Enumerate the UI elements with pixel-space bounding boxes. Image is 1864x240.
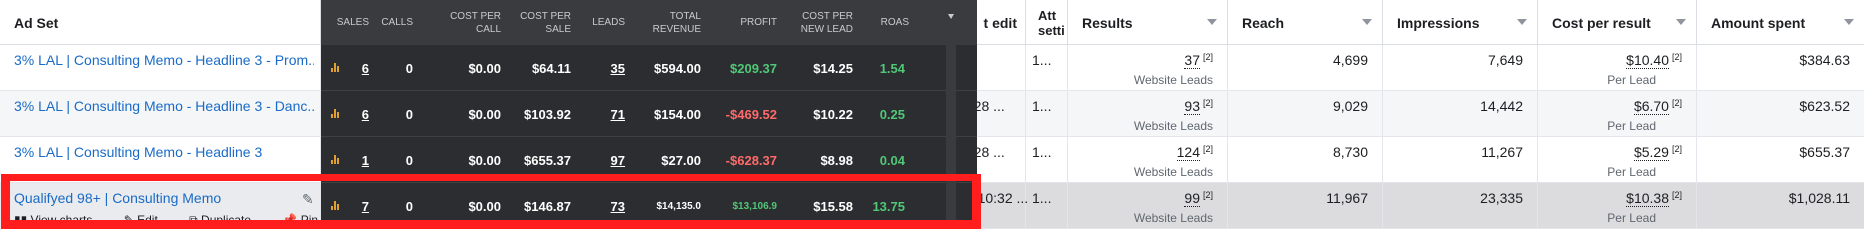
leads-value[interactable]: 71: [611, 107, 625, 122]
column-header-adset[interactable]: Ad Set: [0, 0, 321, 45]
results-cell: 93 [2] Website Leads: [1068, 91, 1228, 137]
attribution-cell: 1...: [1026, 91, 1068, 137]
results-value[interactable]: 99: [1184, 190, 1200, 207]
overlay-row: 6 0 $0.00 $64.11 35 $594.00 $209.37 $14.…: [321, 45, 977, 91]
ads-manager-table: Ad Set t edit Att setti Results Reach Im…: [0, 0, 1864, 229]
sales-value[interactable]: 7: [362, 199, 369, 214]
results-cell: 37 [2] Website Leads: [1068, 45, 1228, 91]
sales-value[interactable]: 1: [362, 153, 369, 168]
chevron-down-icon[interactable]: [1676, 19, 1686, 25]
reach-cell: 11,967: [1228, 183, 1383, 229]
reach-cell: 8,730: [1228, 137, 1383, 183]
adset-cell: 3% LAL | Consulting Memo - Headline 3 - …: [0, 91, 321, 137]
bar-chart-icon[interactable]: [331, 200, 341, 210]
view-charts-link[interactable]: ▮▮ View charts: [14, 213, 106, 227]
attribution-cell: 1...: [1026, 183, 1068, 229]
overlay-col-profit: PROFIT: [740, 17, 777, 28]
chevron-down-icon[interactable]: [948, 14, 954, 19]
leads-value[interactable]: 35: [611, 61, 625, 76]
adset-cell: 3% LAL | Consulting Memo - Headline 3 - …: [0, 45, 321, 91]
overlay-col-sales: SALES: [336, 17, 369, 28]
sales-value[interactable]: 6: [362, 107, 369, 122]
column-header-results[interactable]: Results: [1068, 0, 1228, 45]
impressions-cell: 7,649: [1383, 45, 1538, 91]
cost-per-result-value[interactable]: $10.38: [1626, 190, 1669, 207]
sales-value[interactable]: 6: [362, 61, 369, 76]
attribution-cell: 1...: [1026, 137, 1068, 183]
overlay-row: 6 0 $0.00 $103.92 71 $154.00 -$469.52 $1…: [321, 91, 977, 137]
results-cell: 99 [2] Website Leads: [1068, 183, 1228, 229]
leads-value[interactable]: 73: [611, 199, 625, 214]
adset-name-link[interactable]: Qualifyed 98+ | Consulting Memo: [14, 190, 314, 206]
overlay-row: 7 0 $0.00 $146.87 73 $14,135.0 $13,106.9…: [321, 183, 977, 229]
impressions-cell: 11,267: [1383, 137, 1538, 183]
cost-per-result-cell: $6.70 [2] Per Lead: [1538, 91, 1697, 137]
cost-per-result-cell: $5.29 [2] Per Lead: [1538, 137, 1697, 183]
overlay-scrollbar[interactable]: [946, 0, 956, 226]
edit-link[interactable]: ✎ Edit: [124, 213, 172, 227]
chevron-down-icon[interactable]: [1844, 19, 1854, 25]
results-value[interactable]: 37: [1184, 52, 1200, 69]
column-header-attribution[interactable]: Att setti: [1026, 0, 1068, 45]
reach-cell: 9,029: [1228, 91, 1383, 137]
amount-spent-cell: $384.63: [1799, 52, 1850, 68]
pencil-icon[interactable]: ✎: [302, 191, 314, 208]
results-cell: 124 [2] Website Leads: [1068, 137, 1228, 183]
overlay-col-leads: LEADS: [592, 17, 625, 28]
results-value[interactable]: 93: [1184, 98, 1200, 115]
overlay-col-total-revenue: TOTAL REVENUE: [652, 10, 701, 35]
overlay-col-roas: ROAS: [880, 17, 909, 28]
overlay-col-cost-per-sale: COST PER SALE: [520, 10, 571, 35]
adset-cell: 3% LAL | Consulting Memo - Headline 3: [0, 137, 321, 183]
cost-per-result-cell: $10.40 [2] Per Lead: [1538, 45, 1697, 91]
overlay-header: SALES CALLS COST PER CALL COST PER SALE …: [321, 0, 977, 45]
cost-per-result-cell: $10.38 [2] Per Lead: [1538, 183, 1697, 229]
column-header-cost-per-result[interactable]: Cost per result: [1538, 0, 1697, 45]
column-header-impressions[interactable]: Impressions: [1383, 0, 1538, 45]
impressions-cell: 23,335: [1383, 183, 1538, 229]
adset-name-link[interactable]: 3% LAL | Consulting Memo - Headline 3 - …: [14, 52, 314, 68]
amount-spent-cell: $655.37: [1799, 144, 1850, 160]
results-value[interactable]: 124: [1176, 144, 1200, 161]
attribution-cell: 1...: [1026, 45, 1068, 91]
row-actions: ▮▮ View charts ✎ Edit ⧉ Duplicate 📌 Pin: [14, 213, 346, 228]
amount-spent-cell: $1,028.11: [1788, 190, 1850, 206]
amount-spent-cell: $623.52: [1799, 98, 1850, 114]
chevron-down-icon[interactable]: [1517, 19, 1527, 25]
overlay-col-cost-per-call: COST PER CALL: [450, 10, 501, 35]
duplicate-link[interactable]: ⧉ Duplicate: [189, 213, 265, 227]
adset-cell: Qualifyed 98+ | Consulting Memo ▮▮ View …: [0, 183, 321, 229]
overlay-row: 1 0 $0.00 $655.37 97 $27.00 -$628.37 $8.…: [321, 137, 977, 183]
overlay-col-cost-per-new-lead: COST PER NEW LEAD: [800, 10, 853, 35]
column-header-amount-spent[interactable]: Amount spent: [1697, 0, 1864, 45]
bar-chart-icon[interactable]: [331, 108, 341, 118]
cost-per-result-value[interactable]: $10.40: [1626, 52, 1669, 69]
bar-chart-icon[interactable]: [331, 154, 341, 164]
reach-cell: 4,699: [1228, 45, 1383, 91]
impressions-cell: 14,442: [1383, 91, 1538, 137]
column-header-reach[interactable]: Reach: [1228, 0, 1383, 45]
tracking-overlay-panel: SALES CALLS COST PER CALL COST PER SALE …: [321, 0, 977, 226]
chevron-down-icon[interactable]: [1207, 19, 1217, 25]
adset-name-link[interactable]: 3% LAL | Consulting Memo - Headline 3: [14, 144, 314, 160]
cost-per-result-value[interactable]: $5.29: [1633, 144, 1669, 161]
cost-per-result-value[interactable]: $6.70: [1633, 98, 1669, 115]
adset-name-link[interactable]: 3% LAL | Consulting Memo - Headline 3 - …: [14, 98, 314, 114]
chevron-down-icon[interactable]: [1362, 19, 1372, 25]
bar-chart-icon[interactable]: [331, 62, 341, 72]
leads-value[interactable]: 97: [611, 153, 625, 168]
overlay-col-calls: CALLS: [381, 17, 413, 28]
